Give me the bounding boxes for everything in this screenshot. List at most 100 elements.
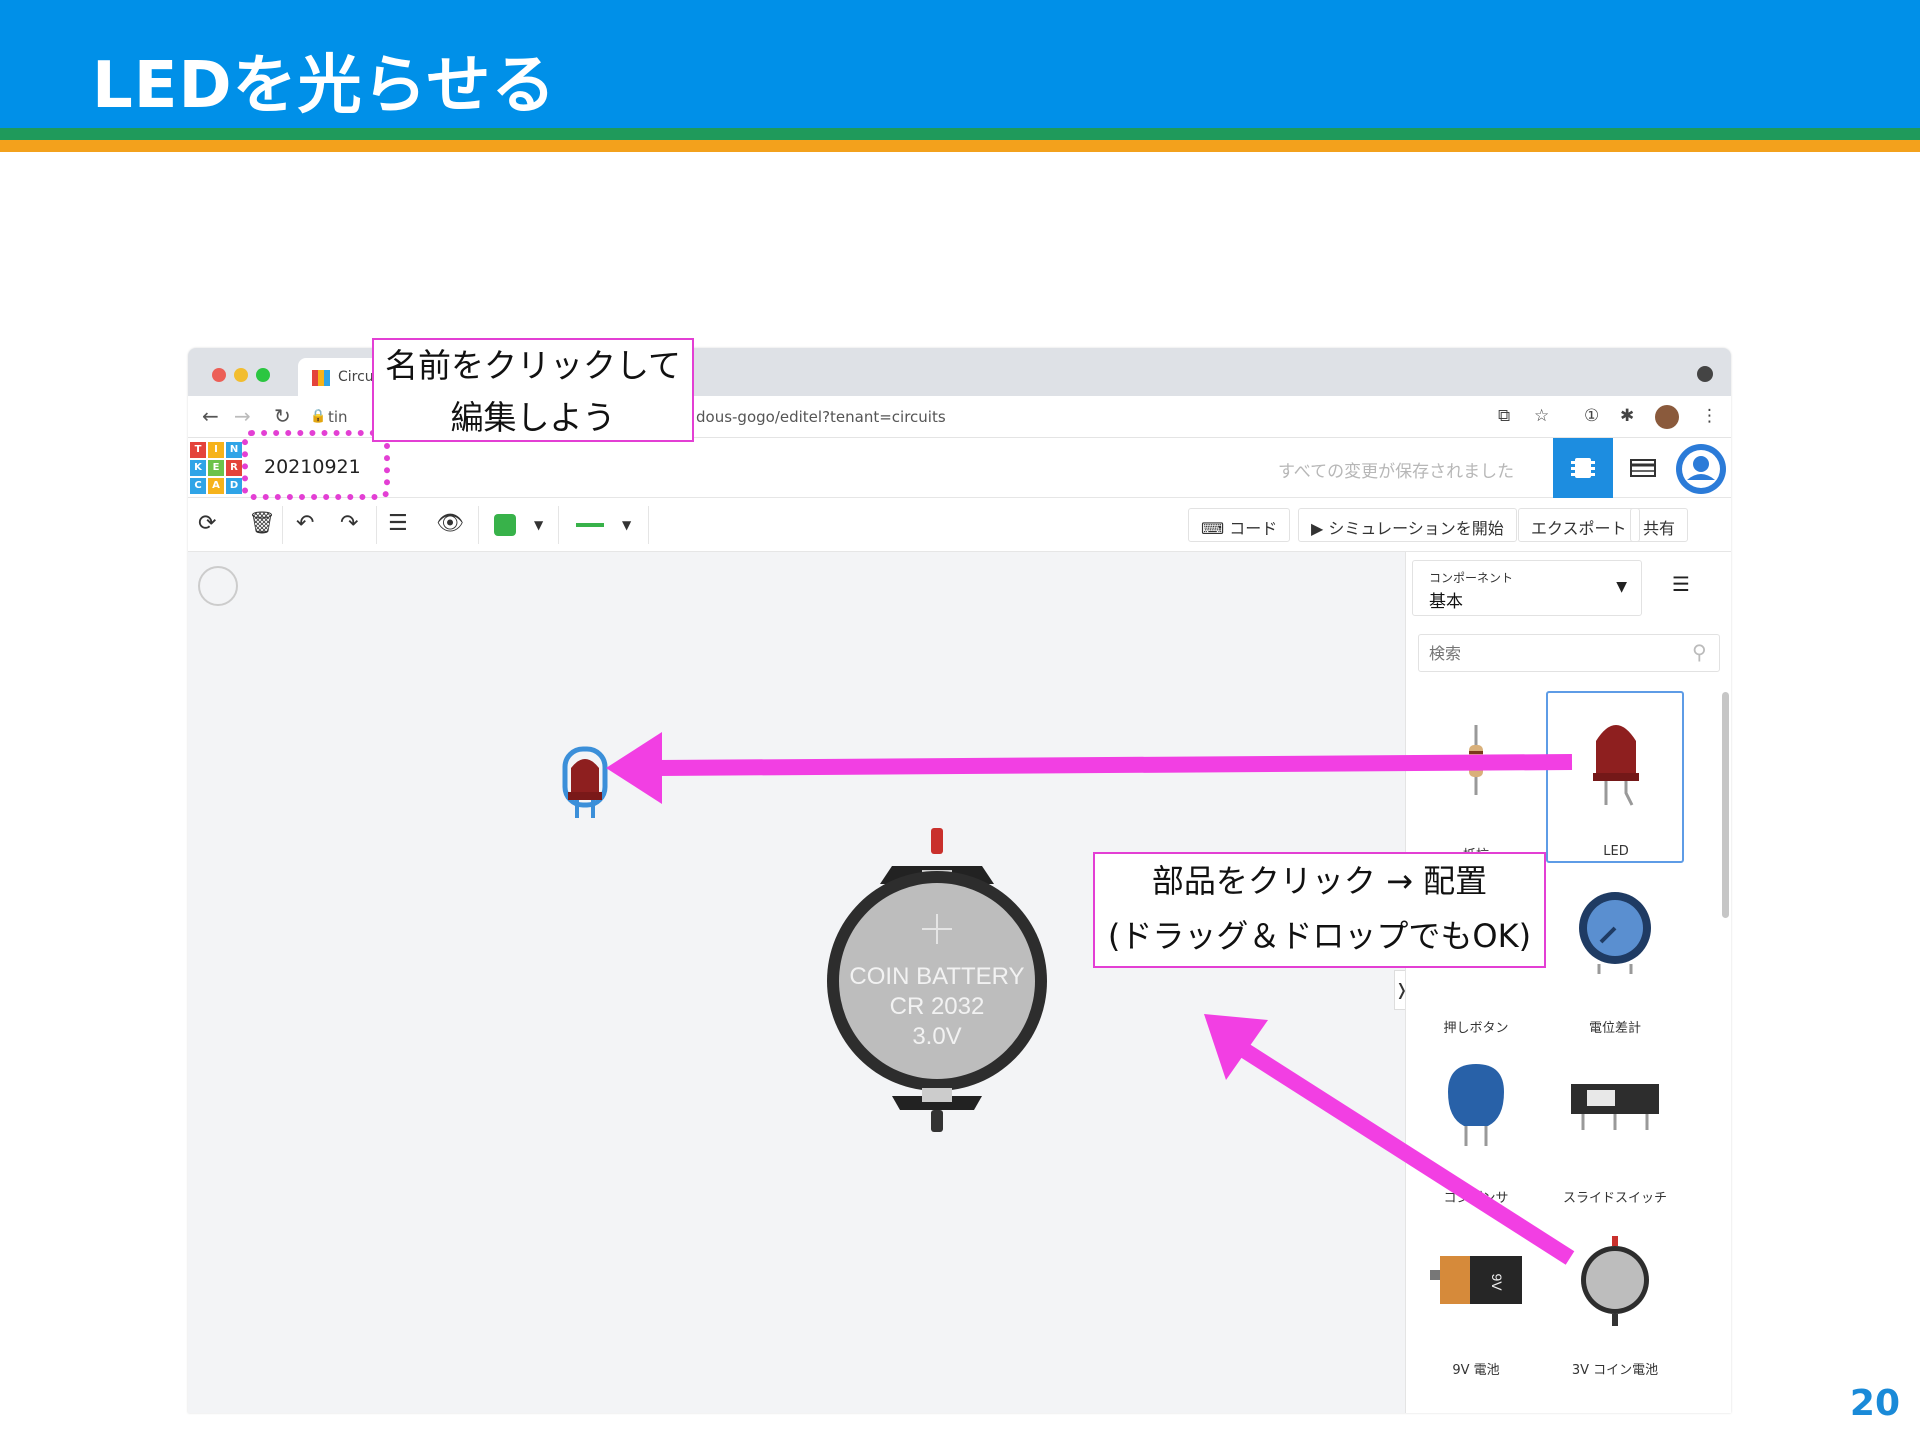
toolbar-divider <box>376 506 377 544</box>
play-icon: ▶ <box>1311 519 1329 538</box>
component-label: LED <box>1603 844 1629 859</box>
undo-icon[interactable]: ↶ <box>296 511 314 536</box>
slide-header: LEDを光らせる <box>0 0 1920 128</box>
9v-battery-icon: 9V <box>1430 1256 1522 1304</box>
slide-switch-icon <box>1571 1084 1659 1130</box>
slide-title: LEDを光らせる <box>92 49 557 123</box>
schematic-view-button[interactable] <box>1613 438 1673 498</box>
forward-icon[interactable]: → <box>234 404 251 428</box>
design-name-highlight <box>242 430 390 500</box>
chevron-down-icon[interactable]: ▼ <box>534 518 543 532</box>
place-callout-line1: 部品をクリック → 配置 <box>1151 862 1488 900</box>
logo-letter: A <box>208 478 224 494</box>
design-canvas[interactable]: COIN BATTERY CR 2032 3.0V ❭ <box>188 552 1408 1413</box>
component-search-input[interactable] <box>1418 634 1720 672</box>
toolbar-divider <box>478 506 479 544</box>
browser-menu-icon[interactable] <box>1697 366 1713 382</box>
toolbar-divider <box>282 506 283 544</box>
header-stripe-green <box>0 128 1920 140</box>
component-9v-battery[interactable]: 9V 9V 電池 <box>1408 1210 1544 1380</box>
search-icon[interactable]: ⚲ <box>1692 640 1707 664</box>
wire-color-swatch[interactable] <box>494 514 516 536</box>
component-label: コンデンサ <box>1443 1191 1509 1206</box>
panel-scrollbar[interactable] <box>1722 692 1729 918</box>
component-label: 電位差計 <box>1588 1021 1641 1036</box>
toolbar-divider <box>558 506 559 544</box>
bookmark-star-icon[interactable]: ☆ <box>1534 406 1549 426</box>
logo-letter: C <box>190 478 206 494</box>
circuit-view-button[interactable] <box>1553 438 1613 498</box>
chevron-down-icon[interactable]: ▼ <box>622 518 631 532</box>
component-led[interactable]: LED <box>1546 691 1684 863</box>
component-label: 押しボタン <box>1443 1021 1509 1036</box>
start-simulation-button[interactable]: ▶ シミュレーションを開始 <box>1298 508 1517 542</box>
components-dropdown-caption: コンポーネント <box>1429 571 1514 585</box>
component-label: 3V コイン電池 <box>1571 1363 1659 1378</box>
code-icon: ⌨ <box>1201 519 1230 538</box>
rename-callout: 名前をクリックして 編集しよう <box>372 338 694 442</box>
puzzle-icon[interactable]: ✱ <box>1620 406 1634 426</box>
rotate-icon[interactable]: ⟳ <box>198 511 216 536</box>
list-view-icon[interactable]: ☰ <box>1672 572 1690 596</box>
reload-icon[interactable]: ↻ <box>274 404 291 428</box>
component-coin-battery[interactable]: 3V コイン電池 <box>1547 1210 1683 1380</box>
visibility-eye-icon[interactable]: 👁 <box>436 511 464 536</box>
save-status: すべての変更が保存されました <box>1278 462 1515 482</box>
tinkercad-app-bar: T I N K E R C A D 20210921 すべての変更が保存されまし… <box>188 438 1731 498</box>
logo-letter: E <box>208 460 224 476</box>
code-label: コード <box>1229 519 1278 538</box>
url-prefix[interactable]: tin <box>328 408 348 426</box>
url-text[interactable]: dous-gogo/editel?tenant=circuits <box>696 408 946 426</box>
table-icon <box>1630 459 1656 477</box>
more-menu-icon[interactable]: ⋮ <box>1701 406 1718 426</box>
back-icon[interactable]: ← <box>202 404 219 428</box>
logo-letter: T <box>190 442 206 458</box>
redo-icon[interactable]: ↷ <box>340 511 358 536</box>
logo-letter: D <box>226 478 242 494</box>
tinkercad-favicon-icon <box>312 370 330 386</box>
potentiometer-icon <box>1579 892 1651 974</box>
user-avatar[interactable] <box>1676 444 1726 494</box>
export-button[interactable]: エクスポート <box>1518 508 1640 542</box>
fit-view-icon[interactable] <box>198 566 238 606</box>
chip-icon <box>1571 458 1595 478</box>
capacitor-icon <box>1448 1064 1504 1146</box>
delete-icon[interactable]: 🗑 <box>248 511 276 536</box>
tab-title: Circu <box>338 369 374 385</box>
battery-label-line2: CR 2032 <box>890 993 985 1020</box>
led-icon <box>1593 725 1639 806</box>
profile-avatar[interactable] <box>1655 405 1679 429</box>
place-callout: 部品をクリック → 配置 (ドラッグ＆ドロップでもOK) <box>1093 852 1546 968</box>
battery-label-line3: 3.0V <box>912 1023 961 1050</box>
wire-style-swatch[interactable] <box>576 523 604 527</box>
logo-letter: N <box>226 442 242 458</box>
component-label: スライドスイッチ <box>1562 1191 1667 1206</box>
rename-callout-line2: 編集しよう <box>450 398 616 437</box>
logo-letter: I <box>208 442 224 458</box>
code-button[interactable]: ⌨ コード <box>1188 508 1291 542</box>
components-dropdown[interactable]: コンポーネント 基本 ▼ <box>1412 560 1642 616</box>
tinkercad-logo[interactable]: T I N K E R C A D <box>190 442 242 494</box>
logo-letter: R <box>226 460 242 476</box>
component-slide-switch[interactable]: スライドスイッチ <box>1547 1038 1683 1208</box>
notes-icon[interactable]: ☰ <box>388 511 408 536</box>
translate-icon[interactable]: ⧉ <box>1498 406 1510 426</box>
place-callout-line2: (ドラッグ＆ドロップでもOK) <box>1107 917 1532 955</box>
extension-icon[interactable]: ① <box>1584 406 1599 426</box>
share-button[interactable]: 共有 <box>1630 508 1689 542</box>
components-dropdown-value: 基本 <box>1429 592 1463 612</box>
placed-led[interactable] <box>562 746 612 822</box>
start-simulation-label: シミュレーションを開始 <box>1328 519 1504 538</box>
component-capacitor[interactable]: コンデンサ <box>1408 1038 1544 1208</box>
page-number: 20 <box>1849 1383 1900 1424</box>
header-stripe-orange <box>0 140 1920 152</box>
minimize-window-dot[interactable] <box>234 368 248 382</box>
9v-battery-text: 9V <box>1489 1273 1505 1291</box>
toolbar-divider <box>648 506 649 544</box>
component-resistor[interactable]: 抵抗 <box>1408 695 1544 865</box>
close-window-dot[interactable] <box>212 368 226 382</box>
placed-coin-battery[interactable]: COIN BATTERY CR 2032 3.0V <box>824 826 1050 1136</box>
component-potentiometer[interactable]: 電位差計 <box>1547 868 1683 1038</box>
maximize-window-dot[interactable] <box>256 368 270 382</box>
resistor-icon <box>1469 725 1483 795</box>
